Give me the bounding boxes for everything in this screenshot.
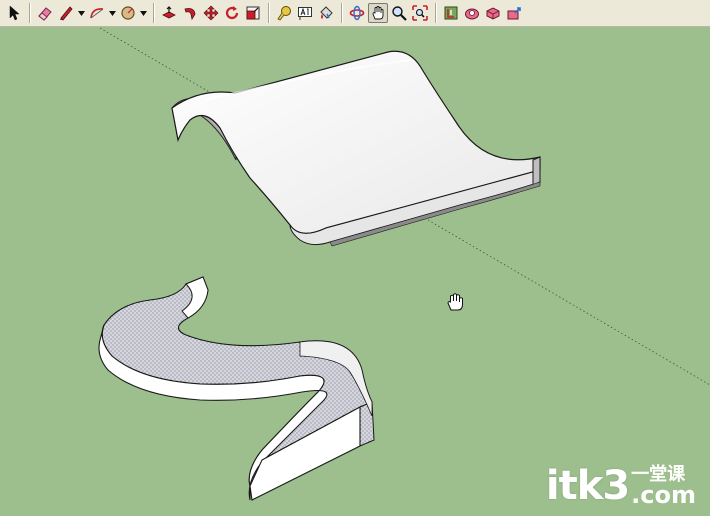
follow-me-tool-button[interactable] [180, 3, 200, 23]
share-model-icon [465, 8, 479, 20]
s-curve-wall-model[interactable] [98, 276, 375, 501]
eraser-icon [38, 7, 52, 21]
paint-bucket-tool-button[interactable] [316, 3, 336, 23]
text-tool-button[interactable] [295, 3, 315, 23]
move-icon [203, 5, 219, 21]
model-viewport[interactable] [0, 28, 710, 516]
select-tool-button[interactable] [4, 3, 24, 23]
toolbar-separator [268, 3, 270, 23]
scene-canvas[interactable] [0, 28, 710, 516]
watermark-com-text: .com [631, 481, 696, 509]
shell-top-surface [171, 50, 541, 234]
share-model-tool-button[interactable] [462, 3, 482, 23]
pencil-icon [60, 6, 73, 21]
components-tool-button[interactable] [483, 3, 503, 23]
toolbar-separator [435, 3, 437, 23]
circle-tool-button[interactable] [118, 3, 138, 23]
arc-icon [90, 8, 104, 19]
sketchup-window: itk3 一堂课 .com [0, 0, 710, 516]
get-models-tool-button[interactable] [441, 3, 461, 23]
zoom-extents-tool-button[interactable] [410, 3, 430, 23]
arc-tool-button[interactable] [87, 3, 107, 23]
orbit-icon [349, 5, 365, 21]
scale-icon [246, 6, 260, 20]
shell-end-cap [532, 156, 541, 186]
orbit-tool-button[interactable] [347, 3, 367, 23]
watermark: itk3 一堂课 .com [545, 463, 696, 509]
text-icon [298, 7, 312, 20]
arc-dropdown-arrow[interactable] [108, 3, 116, 23]
main-toolbar [0, 0, 710, 27]
rotate-tool-button[interactable] [222, 3, 242, 23]
eraser-tool-button[interactable] [35, 3, 55, 23]
pan-hand-icon [372, 6, 384, 20]
zoom-extents-icon [412, 5, 428, 21]
pencil-tool-button[interactable] [56, 3, 76, 23]
arrow-cursor-icon [9, 5, 20, 21]
toolbar-separator [153, 3, 155, 23]
watermark-main-text: itk3 [545, 463, 630, 509]
toolbar-separator [29, 3, 31, 23]
push-pull-tool-button[interactable] [159, 3, 179, 23]
chevron-down-icon [77, 10, 85, 16]
chevron-down-icon [139, 10, 147, 16]
tape-measure-icon [277, 6, 291, 21]
push-pull-icon [162, 6, 176, 19]
toolbar-separator [341, 3, 343, 23]
paint-bucket-icon [320, 6, 333, 19]
tape-measure-tool-button[interactable] [274, 3, 294, 23]
chevron-down-icon [108, 10, 116, 16]
move-tool-button[interactable] [201, 3, 221, 23]
warehouse-icon [444, 6, 458, 20]
pencil-dropdown-arrow[interactable] [77, 3, 85, 23]
follow-me-icon [184, 8, 196, 21]
upload-tool-button[interactable] [504, 3, 524, 23]
rotate-icon [225, 6, 239, 20]
circle-dropdown-arrow[interactable] [139, 3, 147, 23]
components-icon [486, 7, 500, 20]
scale-tool-button[interactable] [243, 3, 263, 23]
circle-icon [121, 6, 135, 20]
pan-tool-button[interactable] [368, 3, 388, 23]
zoom-tool-button[interactable] [389, 3, 409, 23]
zoom-icon [392, 6, 407, 21]
watermark-stack: 一堂课 .com [631, 466, 696, 509]
upload-icon [507, 7, 521, 20]
curved-shell-model[interactable] [171, 50, 541, 247]
pan-hand-cursor [447, 293, 463, 311]
